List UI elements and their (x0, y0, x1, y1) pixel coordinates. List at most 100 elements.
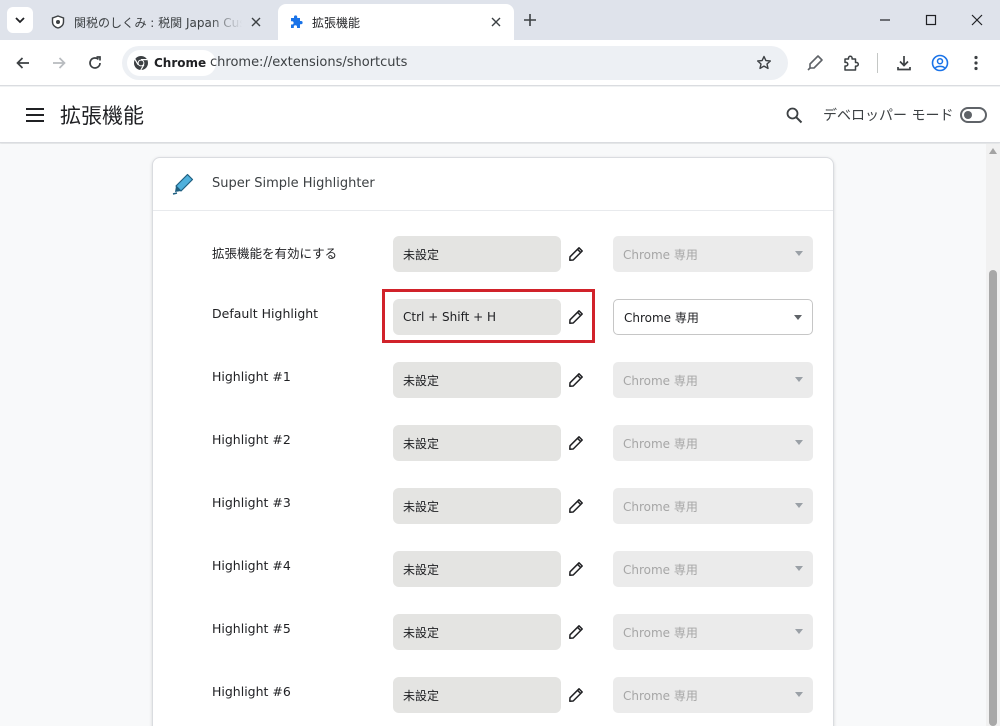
shortcut-field[interactable]: 未設定 (393, 677, 561, 713)
edit-shortcut-button[interactable] (565, 432, 587, 454)
pencil-icon (569, 373, 583, 387)
dropdown-caret-icon (795, 503, 803, 508)
extension-shortcuts-card: Super Simple Highlighter 拡張機能を有効にする 未設定 … (152, 157, 834, 726)
omnibox[interactable]: Chrome chrome://extensions/shortcuts (122, 46, 788, 80)
main-menu-button[interactable] (24, 105, 46, 125)
scope-select[interactable]: Chrome 専用 (613, 236, 813, 272)
puzzle-icon (844, 55, 860, 71)
bookmark-star-button[interactable] (754, 53, 774, 73)
close-icon[interactable] (488, 14, 504, 30)
chrome-logo-icon (134, 56, 148, 71)
highlighter-extension-button[interactable] (803, 51, 827, 75)
maximize-icon (925, 14, 937, 26)
dropdown-caret-icon (795, 251, 803, 256)
scope-value: Chrome 専用 (623, 373, 698, 388)
shortcut-field[interactable]: Ctrl + Shift + H (393, 299, 561, 335)
url-text[interactable]: chrome://extensions/shortcuts (210, 55, 407, 70)
scope-select[interactable]: Chrome 専用 (613, 299, 813, 335)
edit-shortcut-button[interactable] (565, 495, 587, 517)
vertical-scrollbar[interactable] (986, 144, 1000, 726)
pencil-icon (569, 499, 583, 513)
dropdown-caret-icon (794, 315, 802, 320)
scope-select[interactable]: Chrome 専用 (613, 488, 813, 524)
pencil-icon (569, 247, 583, 261)
shortcut-row: Highlight #2 未設定 Chrome 専用 (153, 425, 833, 463)
shield-icon (50, 14, 66, 30)
chrome-menu-button[interactable] (964, 51, 988, 75)
toggle-knob (964, 111, 972, 119)
shortcut-field[interactable]: 未設定 (393, 236, 561, 272)
shortcut-row: Highlight #4 未設定 Chrome 専用 (153, 551, 833, 589)
search-button[interactable] (782, 103, 806, 127)
shortcut-row: Highlight #1 未設定 Chrome 専用 (153, 362, 833, 400)
maximize-button[interactable] (908, 0, 954, 40)
new-tab-button[interactable] (520, 10, 540, 30)
back-button[interactable] (11, 51, 35, 75)
shortcuts-content: Super Simple Highlighter 拡張機能を有効にする 未設定 … (0, 144, 986, 726)
scroll-up-arrow-icon[interactable] (989, 148, 997, 154)
edit-shortcut-button[interactable] (565, 558, 587, 580)
dropdown-caret-icon (795, 629, 803, 634)
shortcut-field[interactable]: 未設定 (393, 614, 561, 650)
command-label: Highlight #5 (212, 621, 291, 636)
scope-select[interactable]: Chrome 専用 (613, 614, 813, 650)
downloads-button[interactable] (892, 51, 916, 75)
shortcut-field[interactable]: 未設定 (393, 425, 561, 461)
highlighter-pen-icon (172, 173, 194, 195)
arrow-right-icon (53, 57, 66, 69)
scope-value: Chrome 専用 (623, 436, 698, 451)
forward-button[interactable] (47, 51, 71, 75)
tab-search-button[interactable] (7, 7, 33, 33)
edit-shortcut-button[interactable] (565, 621, 587, 643)
scrollbar-thumb[interactable] (989, 270, 997, 726)
tab-strip: 関税のしくみ : 税関 Japan Customs 拡張機能 (0, 0, 1000, 40)
developer-mode-toggle[interactable] (960, 107, 987, 123)
shortcut-row: Highlight #5 未設定 Chrome 専用 (153, 614, 833, 652)
scope-select[interactable]: Chrome 専用 (613, 551, 813, 587)
marker-icon (807, 55, 823, 71)
shortcut-field[interactable]: 未設定 (393, 488, 561, 524)
scope-select[interactable]: Chrome 専用 (613, 425, 813, 461)
command-label: Highlight #2 (212, 432, 291, 447)
pencil-icon (569, 436, 583, 450)
scope-select[interactable]: Chrome 専用 (613, 362, 813, 398)
close-icon (971, 14, 983, 26)
account-circle-icon (931, 54, 949, 72)
minimize-icon (880, 19, 890, 21)
reload-button[interactable] (83, 51, 107, 75)
download-icon (897, 56, 911, 71)
shortcut-field[interactable]: 未設定 (393, 362, 561, 398)
edit-shortcut-button[interactable] (565, 684, 587, 706)
scope-value: Chrome 専用 (623, 562, 698, 577)
developer-mode-label: デベロッパー モード (823, 108, 954, 124)
site-info-chip[interactable]: Chrome (127, 50, 217, 76)
scope-select[interactable]: Chrome 専用 (613, 677, 813, 713)
tab-title: 関税のしくみ : 税関 Japan Customs (74, 15, 242, 30)
shortcut-row: Highlight #3 未設定 Chrome 専用 (153, 488, 833, 526)
window-close-button[interactable] (954, 0, 1000, 40)
tab-extensions[interactable]: 拡張機能 (278, 4, 514, 40)
scope-value: Chrome 専用 (623, 688, 698, 703)
plus-icon (524, 14, 536, 26)
close-icon[interactable] (248, 14, 264, 30)
shortcut-row: Default Highlight Ctrl + Shift + H Chrom… (153, 299, 833, 337)
shortcut-field[interactable]: 未設定 (393, 551, 561, 587)
command-label: Default Highlight (212, 306, 319, 321)
minimize-button[interactable] (862, 0, 908, 40)
extensions-button[interactable] (839, 51, 863, 75)
profile-button[interactable] (928, 51, 952, 75)
command-label: Highlight #1 (212, 369, 291, 384)
command-label: Highlight #4 (212, 558, 291, 573)
shortcut-row: 拡張機能を有効にする 未設定 Chrome 専用 (153, 236, 833, 274)
star-icon (757, 55, 771, 70)
puzzle-icon (288, 14, 304, 30)
extension-name: Super Simple Highlighter (212, 176, 375, 191)
toolbar-divider (877, 53, 878, 73)
tab-customs[interactable]: 関税のしくみ : 税関 Japan Customs (40, 4, 274, 40)
pencil-icon (569, 310, 583, 324)
command-label: Highlight #3 (212, 495, 291, 510)
edit-shortcut-button[interactable] (565, 243, 587, 265)
pencil-icon (569, 562, 583, 576)
edit-shortcut-button[interactable] (565, 369, 587, 391)
edit-shortcut-button[interactable] (565, 306, 587, 328)
